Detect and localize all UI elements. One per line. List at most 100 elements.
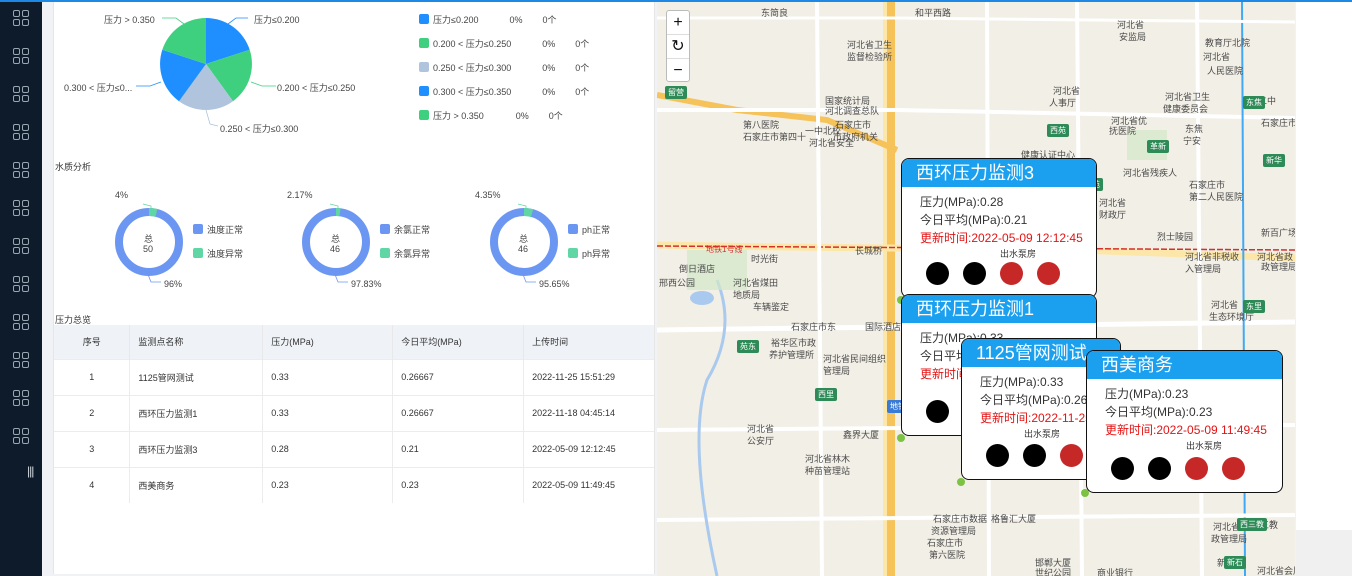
map-place-label: 入管理局 <box>1185 264 1222 274</box>
pie-label-0300-0350: 0.300 < 压力≤0... <box>64 83 133 93</box>
grid-cell <box>22 314 29 321</box>
grid-icon[interactable] <box>13 314 29 330</box>
legend-count: 0个 <box>575 39 590 49</box>
donut-legend-item[interactable]: 余氯异常 <box>380 247 430 260</box>
grid-cell <box>22 19 29 26</box>
grid-cell <box>22 428 29 435</box>
grid-cell <box>22 209 29 216</box>
status-dot <box>963 262 986 285</box>
map-place-label: 邢西公园 <box>659 278 696 288</box>
map-place-label: 时光街 <box>751 254 779 264</box>
grid-cell <box>22 399 29 406</box>
grid-icon[interactable] <box>13 238 29 254</box>
map-place-label: 石家庄市东 <box>791 322 837 332</box>
legend-swatch <box>568 248 578 258</box>
table-row[interactable]: 4 西美商务 0.23 0.23 2022-05-09 11:49:45 <box>54 466 654 503</box>
map-place-label: 车辆鉴定 <box>753 302 790 312</box>
map-place-label: 河北省煤田 <box>733 278 779 288</box>
table-cell: 西环压力监测3 <box>129 430 264 467</box>
donut-legend-item[interactable]: 浊度正常 <box>193 223 243 236</box>
zoom-in-button[interactable]: + <box>667 11 689 35</box>
reset-view-button[interactable]: ↻ <box>667 35 689 59</box>
popup-average: 今日平均(MPa):0.23 <box>1105 405 1213 419</box>
pie-legend-item[interactable]: 压力≤0.200 0% 0个 <box>419 13 557 26</box>
donut-abnormal-pct: 4.35% <box>475 190 501 200</box>
status-dot <box>986 444 1009 467</box>
grid-icon[interactable] <box>13 48 29 64</box>
table-row[interactable]: 1 1125管网测试 0.33 0.26667 2022-11-25 15:51:29 <box>54 358 654 395</box>
metro-station-label: 新华 <box>1263 154 1285 167</box>
status-dot <box>1000 262 1023 285</box>
grid-icon[interactable] <box>13 352 29 368</box>
donut-total-value: 46 <box>518 244 529 254</box>
grid-cell <box>22 133 29 140</box>
legend-percent: 0% <box>542 63 556 73</box>
menu-collapse-icon[interactable]: ||| <box>27 464 34 478</box>
legend-swatch <box>380 248 390 258</box>
map-place-label: 国际酒店 <box>865 322 902 332</box>
pie-legend-item[interactable]: 压力 > 0.350 0% 0个 <box>419 109 563 122</box>
map-place-label: 石家庄市数据 <box>933 514 988 524</box>
pie-legend-item[interactable]: 0.200 < 压力≤0.250 0% 0个 <box>419 37 589 50</box>
grid-cell <box>13 437 20 444</box>
popup-updated-time: 更新时间:2022-05-09 11:49:45 <box>1105 423 1267 437</box>
table-row[interactable]: 3 西环压力监测3 0.28 0.21 2022-05-09 12:12:45 <box>54 430 654 467</box>
grid-cell <box>22 390 29 397</box>
legend-swatch <box>193 248 203 258</box>
grid-icon[interactable] <box>13 276 29 292</box>
legend-swatch <box>419 110 429 120</box>
grid-cell <box>13 247 20 254</box>
map-place-label: 第二人民医院 <box>1189 192 1244 202</box>
grid-cell <box>13 399 20 406</box>
donut-legend-item[interactable]: 余氯正常 <box>380 223 430 236</box>
pie-legend-item[interactable]: 0.250 < 压力≤0.300 0% 0个 <box>419 61 589 74</box>
station-popup[interactable]: 西环压力监测3 压力(MPa):0.28 今日平均(MPa):0.21 更新时间:20… <box>901 158 1097 298</box>
grid-cell <box>13 48 20 55</box>
map-place-label: 安监局 <box>1119 32 1147 42</box>
metro-station-label: 地铁1号线 <box>706 245 743 254</box>
donut-legend-item[interactable]: ph异常 <box>568 247 610 260</box>
pie-legend-item[interactable]: 0.300 < 压力≤0.350 0% 0个 <box>419 85 589 98</box>
map-place-label: 石家庄市 <box>1189 180 1226 190</box>
grid-cell <box>13 352 20 359</box>
grid-icon[interactable] <box>13 390 29 406</box>
donut-abnormal-pct: 4% <box>115 190 129 200</box>
map-place-label: 河北省安全 <box>809 138 855 148</box>
map-place-label: 和平西路 <box>915 8 952 18</box>
donut-legend-item[interactable]: ph正常 <box>568 223 610 236</box>
map-place-label: 鑫界大厦 <box>843 430 880 440</box>
donut-legend-item[interactable]: 浊度异常 <box>193 247 243 260</box>
grid-icon[interactable] <box>13 200 29 216</box>
map-place-label: 河北省卫生 <box>1165 92 1211 102</box>
table-cell: 0.23 <box>262 466 394 503</box>
legend-label: 余氯异常 <box>394 249 431 259</box>
grid-icon[interactable] <box>13 428 29 444</box>
map-place-label: 邯郸大厦 <box>1035 558 1072 568</box>
table-row[interactable]: 2 西环压力监测1 0.33 0.26667 2022-11-18 04:45:14 <box>54 394 654 431</box>
station-popup[interactable]: 西美商务 压力(MPa):0.23 今日平均(MPa):0.23 更新时间:2022-… <box>1086 350 1283 493</box>
metro-station-label: 新石 <box>1224 556 1246 569</box>
grid-cell <box>13 19 20 26</box>
table-cell: 0.26667 <box>392 394 525 431</box>
map-place-label: 种苗管理站 <box>805 466 851 476</box>
grid-icon[interactable] <box>13 86 29 102</box>
pie-label-0200-0250: 0.200 < 压力≤0.250 <box>277 83 356 93</box>
grid-cell <box>22 238 29 245</box>
legend-label: ph正常 <box>582 225 611 235</box>
legend-swatch <box>380 224 390 234</box>
zoom-out-button[interactable]: − <box>667 59 689 83</box>
status-dot <box>926 262 949 285</box>
col-header-name: 监测点名称 <box>129 325 264 359</box>
map-place-label: 管理局 <box>823 366 851 376</box>
legend-swatch <box>193 224 203 234</box>
metro-station-label: 西里 <box>815 388 837 401</box>
grid-icon[interactable] <box>13 162 29 178</box>
popup-subtitle: 出水泵房 <box>999 249 1036 259</box>
map-place-label: 东简良 <box>761 8 789 18</box>
grid-cell <box>13 285 20 292</box>
grid-cell <box>22 10 29 17</box>
grid-cell <box>22 437 29 444</box>
popup-status-dots <box>926 262 1074 288</box>
grid-icon[interactable] <box>13 10 29 26</box>
grid-icon[interactable] <box>13 124 29 140</box>
